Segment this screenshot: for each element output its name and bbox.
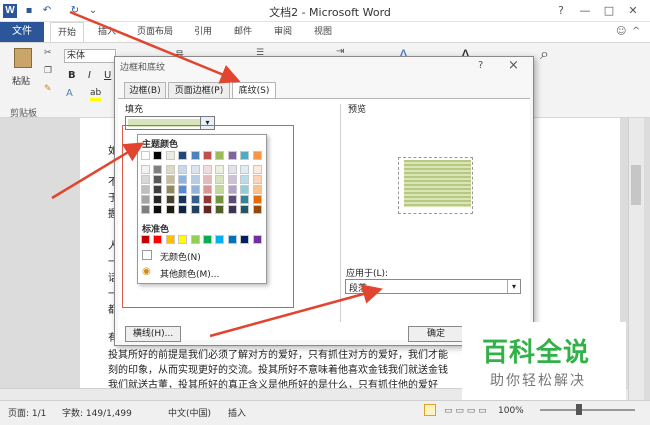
maximize-icon[interactable]: □ <box>598 3 620 19</box>
apply-to-select[interactable] <box>345 279 521 294</box>
highlight-color-icon[interactable]: ab <box>90 88 102 101</box>
window-title: 文档2 - Microsoft Word <box>269 6 391 19</box>
tab-page-border[interactable]: 页面边框(P) <box>168 82 230 99</box>
doc-paragraph-line-2: 刻的印象，从而实现更好的交流。投其所好不意味着他喜欢金钱我们就送金钱 <box>108 365 448 376</box>
paste-button[interactable]: 粘贴 <box>12 74 30 87</box>
apply-chevron-down-icon[interactable]: ▾ <box>507 280 520 293</box>
italic-button[interactable]: I <box>88 70 91 81</box>
tab-home[interactable]: 开始 <box>50 22 84 42</box>
dialog-close-button[interactable]: × <box>508 58 519 73</box>
print-layout-view-icon[interactable] <box>424 404 436 416</box>
format-painter-icon[interactable]: ✎ <box>44 84 52 94</box>
tab-insert[interactable]: 插入 <box>92 22 122 42</box>
read-mode-icon[interactable]: ▭ ▭ ▭ ▭ <box>444 406 487 416</box>
preview-label: 预览 <box>348 105 367 115</box>
annotation-highlight-box <box>122 125 294 308</box>
minimize-icon[interactable]: — <box>574 3 596 19</box>
tab-mailings[interactable]: 邮件 <box>228 22 258 42</box>
apply-to-value: 段落 <box>349 284 368 294</box>
repeat-icon[interactable]: ↻ <box>68 4 82 18</box>
paste-icon[interactable] <box>14 48 32 68</box>
zoom-level[interactable]: 100% <box>498 406 524 416</box>
tab-view[interactable]: 视图 <box>308 22 338 42</box>
smiley-icon[interactable]: ☺ <box>616 26 626 37</box>
cut-icon[interactable]: ✂ <box>44 48 52 58</box>
dialog-help-button[interactable]: ? <box>478 60 483 71</box>
doc-paragraph-line-1: 投其所好的前提是我们必须了解对方的爱好，只有抓住对方的爱好，我们才能 <box>108 350 448 361</box>
watermark-subtitle: 助你轻松解决 <box>490 373 586 389</box>
tab-references[interactable]: 引用 <box>188 22 218 42</box>
vertical-scrollbar[interactable] <box>628 118 644 400</box>
tab-review[interactable]: 审阅 <box>268 22 298 42</box>
font-name-select[interactable]: 宋体 <box>64 49 116 63</box>
underline-button[interactable]: U <box>104 70 111 81</box>
tab-page-layout[interactable]: 页面布局 <box>130 22 180 42</box>
text-effects-icon[interactable]: A <box>66 88 73 99</box>
customize-quick-access-icon[interactable]: ⌄ <box>86 4 100 18</box>
tab-file[interactable]: 文件 <box>0 22 44 42</box>
tab-shading[interactable]: 底纹(S) <box>232 82 276 99</box>
zoom-slider[interactable] <box>540 409 635 411</box>
insert-mode[interactable]: 插入 <box>228 406 246 419</box>
close-icon[interactable]: ✕ <box>622 3 644 19</box>
bold-button[interactable]: B <box>68 70 76 81</box>
fill-label: 填充 <box>125 105 144 115</box>
preview-fill-pattern <box>404 160 471 207</box>
ok-button[interactable]: 确定 <box>408 326 464 342</box>
save-icon[interactable]: ▪ <box>22 4 36 18</box>
language-indicator[interactable]: 中文(中国) <box>168 406 211 419</box>
ribbon-options-icon[interactable]: ? <box>550 3 572 19</box>
watermark-title: 百科全说 <box>482 338 591 368</box>
undo-icon[interactable]: ↶ <box>40 4 54 18</box>
vertical-scroll-thumb[interactable] <box>631 165 641 205</box>
zoom-slider-thumb[interactable] <box>576 404 582 415</box>
copy-icon[interactable]: ❐ <box>44 66 52 76</box>
dialog-title: 边框和底纹 <box>120 63 166 73</box>
tab-borders[interactable]: 边框(B) <box>124 82 166 99</box>
apply-to-label: 应用于(L): <box>346 269 389 279</box>
horizontal-line-button[interactable]: 横线(H)... <box>125 326 181 342</box>
dialog-divider <box>340 104 341 322</box>
word-count[interactable]: 字数: 149/1,499 <box>62 406 132 419</box>
page-indicator[interactable]: 页面: 1/1 <box>8 406 46 419</box>
collapse-ribbon-icon[interactable]: ^ <box>632 26 640 37</box>
find-icon[interactable]: ⌕ <box>540 44 549 64</box>
word-app-icon[interactable]: W <box>3 4 17 18</box>
